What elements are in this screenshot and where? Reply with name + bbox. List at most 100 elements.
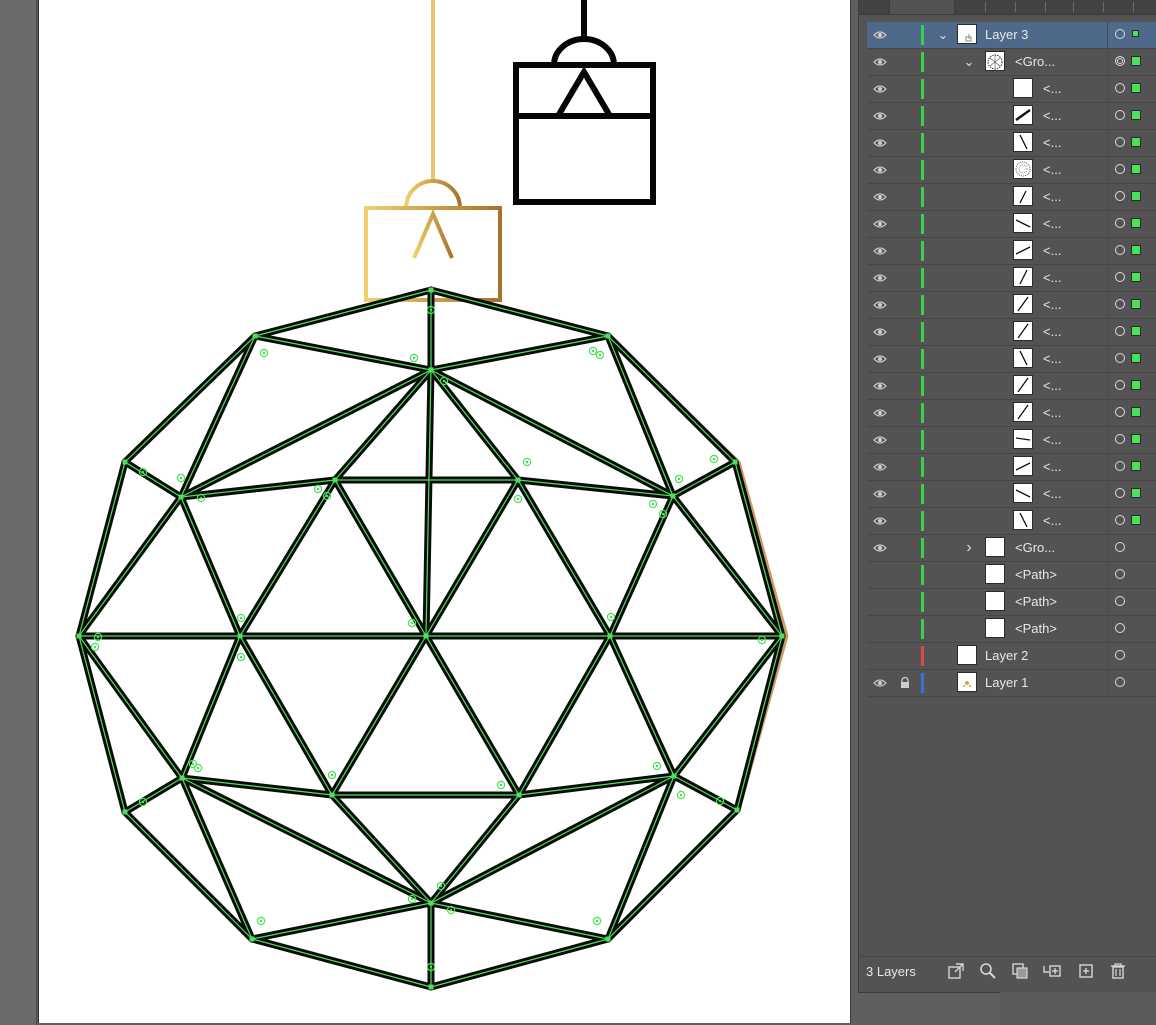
target-circle-icon[interactable]: [1115, 56, 1125, 66]
layer-row[interactable]: <Path>: [867, 562, 1156, 589]
target-circle-icon[interactable]: [1115, 137, 1125, 147]
eye-icon[interactable]: [873, 353, 887, 365]
layer-name[interactable]: <Path>: [1015, 567, 1057, 582]
layer-row[interactable]: <...: [867, 481, 1156, 508]
anchor-point[interactable]: [76, 633, 82, 639]
layer-row[interactable]: ⌄ <Gro...: [867, 49, 1156, 76]
eye-icon[interactable]: [873, 83, 887, 95]
target-circle-icon[interactable]: [1115, 542, 1125, 552]
layer-name[interactable]: Layer 3: [985, 27, 1028, 42]
anchor-point[interactable]: [428, 984, 434, 990]
eye-icon[interactable]: [873, 29, 887, 41]
anchor-point[interactable]: [734, 807, 740, 813]
eye-icon[interactable]: [873, 407, 887, 419]
eye-icon[interactable]: [873, 326, 887, 338]
selection-indicator[interactable]: [1131, 56, 1141, 66]
target-circle-icon[interactable]: [1115, 353, 1125, 363]
selection-indicator[interactable]: [1131, 515, 1141, 525]
geodesic-mesh-group[interactable]: [75, 286, 786, 991]
layer-row[interactable]: <...: [867, 238, 1156, 265]
target-circle-icon[interactable]: [1115, 569, 1125, 579]
selection-indicator[interactable]: [1131, 245, 1141, 255]
chevron-down-icon[interactable]: ⌄: [937, 28, 949, 42]
selection-indicator[interactable]: [1131, 461, 1141, 471]
target-circle-icon[interactable]: [1115, 650, 1125, 660]
artboard[interactable]: [38, 0, 851, 1023]
selection-indicator[interactable]: [1131, 191, 1141, 201]
eye-icon[interactable]: [873, 164, 887, 176]
anchor-point[interactable]: [605, 936, 611, 942]
target-circle-icon[interactable]: [1115, 299, 1125, 309]
chevron-down-icon[interactable]: ⌄: [963, 55, 975, 69]
eye-icon[interactable]: [873, 110, 887, 122]
target-circle-icon[interactable]: [1115, 434, 1125, 444]
selection-indicator[interactable]: [1131, 83, 1141, 93]
anchor-point[interactable]: [329, 792, 335, 798]
anchor-point[interactable]: [122, 809, 128, 815]
layer-name[interactable]: Layer 1: [985, 675, 1028, 690]
target-circle-icon[interactable]: [1115, 380, 1125, 390]
target-circle-icon[interactable]: [1115, 515, 1125, 525]
layer-row[interactable]: Layer 1: [867, 670, 1156, 697]
selection-indicator[interactable]: [1131, 164, 1141, 174]
anchor-point[interactable]: [671, 773, 677, 779]
layer-name[interactable]: <...: [1043, 243, 1061, 258]
target-circle-icon[interactable]: [1115, 83, 1125, 93]
layer-name[interactable]: <...: [1043, 270, 1061, 285]
layer-row[interactable]: <...: [867, 103, 1156, 130]
layer-name[interactable]: <...: [1043, 324, 1061, 339]
layer-row[interactable]: <...: [867, 319, 1156, 346]
anchor-point[interactable]: [428, 900, 434, 906]
trash-icon[interactable]: [1109, 962, 1127, 980]
new-layer-icon[interactable]: [1077, 962, 1095, 980]
anchor-point[interactable]: [122, 459, 128, 465]
selection-indicator[interactable]: [1131, 272, 1141, 282]
clipping-mask-icon[interactable]: [1011, 962, 1029, 980]
layer-name[interactable]: <...: [1043, 162, 1061, 177]
eye-icon[interactable]: [873, 380, 887, 392]
layer-name[interactable]: <...: [1043, 108, 1061, 123]
target-circle-icon[interactable]: [1115, 461, 1125, 471]
target-circle-icon[interactable]: [1115, 245, 1125, 255]
ornament-artwork[interactable]: [39, 0, 850, 1023]
chevron-right-icon[interactable]: ›: [963, 540, 975, 556]
eye-icon[interactable]: [873, 56, 887, 68]
lock-icon[interactable]: [899, 676, 913, 689]
layer-name[interactable]: <...: [1043, 513, 1061, 528]
anchor-point[interactable]: [779, 633, 785, 639]
layer-row[interactable]: <...: [867, 265, 1156, 292]
anchor-point[interactable]: [179, 775, 185, 781]
target-circle-icon[interactable]: [1115, 29, 1125, 39]
black-ornament-cap[interactable]: [513, 0, 656, 205]
layer-name[interactable]: <Path>: [1015, 594, 1057, 609]
layer-name[interactable]: <...: [1043, 459, 1061, 474]
layer-name[interactable]: <...: [1043, 351, 1061, 366]
layer-row[interactable]: <...: [867, 157, 1156, 184]
new-sublayer-icon[interactable]: [1043, 962, 1061, 980]
target-circle-icon[interactable]: [1115, 164, 1125, 174]
layer-row[interactable]: <...: [867, 373, 1156, 400]
anchor-point[interactable]: [178, 494, 184, 500]
eye-icon[interactable]: [873, 488, 887, 500]
target-circle-icon[interactable]: [1115, 623, 1125, 633]
layer-row[interactable]: <...: [867, 184, 1156, 211]
layer-name[interactable]: <...: [1043, 405, 1061, 420]
layer-name[interactable]: <Gro...: [1015, 540, 1055, 555]
anchor-point[interactable]: [423, 633, 429, 639]
tab-layers[interactable]: [889, 0, 955, 14]
selection-indicator[interactable]: [1131, 137, 1141, 147]
layer-row[interactable]: <...: [867, 292, 1156, 319]
target-circle-icon[interactable]: [1115, 407, 1125, 417]
eye-icon[interactable]: [873, 434, 887, 446]
eye-icon[interactable]: [873, 191, 887, 203]
eye-icon[interactable]: [873, 515, 887, 527]
anchor-point[interactable]: [732, 459, 738, 465]
anchor-point[interactable]: [670, 493, 676, 499]
layer-name[interactable]: <...: [1043, 378, 1061, 393]
layer-name[interactable]: <Gro...: [1015, 54, 1055, 69]
selection-indicator[interactable]: [1131, 407, 1141, 417]
selection-indicator[interactable]: [1131, 110, 1141, 120]
selection-indicator[interactable]: [1131, 218, 1141, 228]
layer-row[interactable]: › <Gro...: [867, 535, 1156, 562]
target-circle-icon[interactable]: [1115, 110, 1125, 120]
